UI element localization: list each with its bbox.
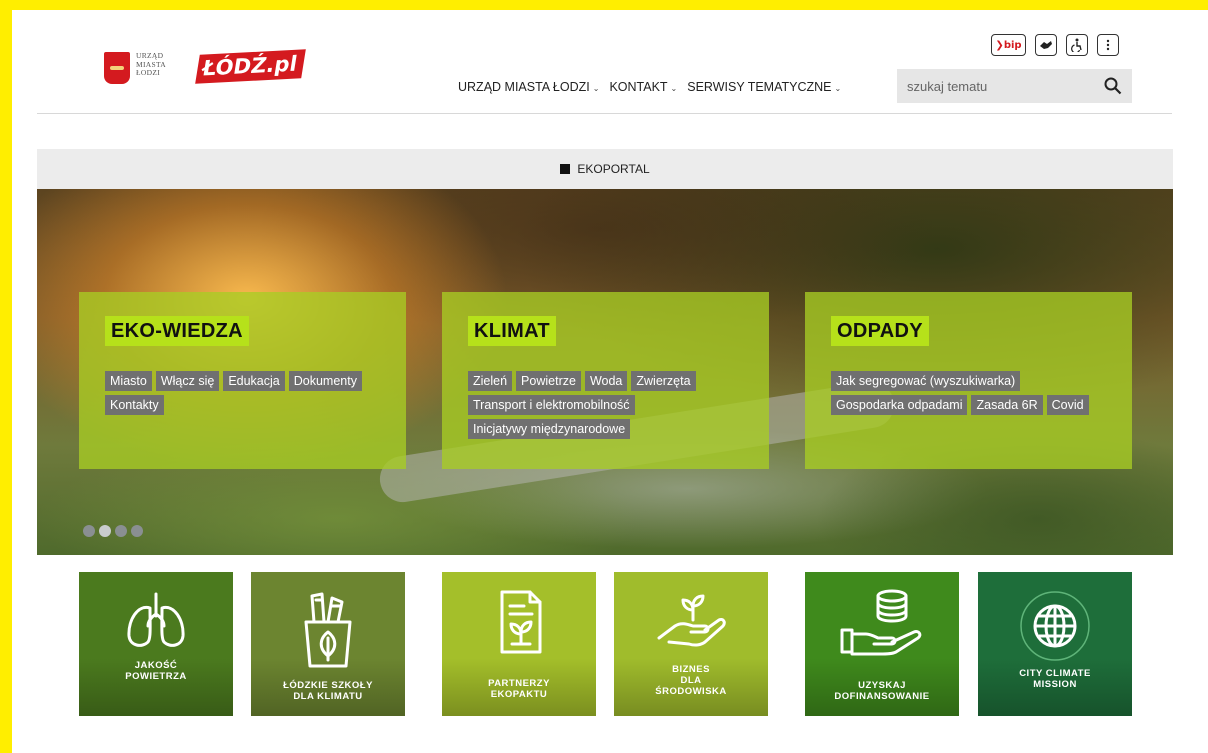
hand-plant-icon	[657, 594, 726, 647]
slider-dots	[83, 525, 143, 537]
tag-link[interactable]: Jak segregować (wyszukiwarka)	[831, 371, 1021, 391]
document-plant-icon	[500, 590, 542, 654]
logo-line: ŁODZI	[136, 68, 160, 77]
tile-label: POWIETRZA	[125, 671, 187, 682]
card-title[interactable]: EKO-WIEDZA	[105, 316, 249, 346]
tag-list: Miasto Włącz się Edukacja Dokumenty Kontakty	[105, 371, 380, 415]
tile-lodzkie-szkoly[interactable]: ŁÓDZKIE SZKOŁY DLA KLIMATU	[251, 572, 405, 716]
tile-label: JAKOŚĆ	[134, 660, 178, 671]
search-box	[897, 69, 1132, 103]
tile-label: DLA KLIMATU	[293, 691, 363, 702]
tile-partnerzy-ekopaktu[interactable]: PARTNERZY EKOPAKTU	[442, 572, 596, 716]
sign-language-icon	[1040, 41, 1052, 49]
square-bullet-icon	[560, 164, 571, 174]
yellow-frame-left	[0, 0, 12, 753]
tag-link[interactable]: Gospodarka odpadami	[831, 395, 968, 415]
nav-item-serwisy-tematyczne[interactable]: SERWISY TEMATYCZNE ⌄	[687, 80, 841, 94]
tile-jakosc-powietrza[interactable]: JAKOŚĆ POWIETRZA	[79, 572, 233, 716]
slider-dot[interactable]	[115, 525, 127, 537]
tag-link[interactable]: Kontakty	[105, 395, 164, 415]
hand-coins-icon	[840, 589, 922, 656]
search-icon[interactable]	[1104, 77, 1122, 95]
tile-label: EKOPAKTU	[490, 689, 548, 700]
nav-item-kontakt[interactable]: KONTAKT ⌄	[609, 80, 677, 94]
main-nav: URZĄD MIASTA ŁODZI ⌄ KONTAKT ⌄ SERWISY TEM…	[458, 80, 841, 94]
tile-label: ŁÓDZKIE SZKOŁY	[283, 680, 373, 691]
card-title[interactable]: ODPADY	[831, 316, 929, 346]
more-vertical-icon	[1106, 39, 1110, 51]
card-title[interactable]: KLIMAT	[468, 316, 556, 346]
tag-link[interactable]: Edukacja	[223, 371, 285, 391]
tag-link[interactable]: Dokumenty	[288, 371, 362, 391]
tile-city-climate-mission[interactable]: CITY CLIMATE MISSION	[978, 572, 1132, 716]
tag-link[interactable]: Transport i elektromobilność	[468, 395, 635, 415]
tile-uzyskaj-dofinansowanie[interactable]: UZYSKAJ DOFINANSOWANIE	[805, 572, 959, 716]
tag-link[interactable]: Zwierzęta	[631, 371, 696, 391]
tile-biznes-dla-srodowiska[interactable]: BIZNES DLA ŚRODOWISKA	[614, 572, 768, 716]
lodz-crest-icon	[104, 52, 130, 84]
slider-dot[interactable]	[99, 525, 111, 537]
bip-button[interactable]: ❯bip	[991, 34, 1026, 56]
yellow-frame-top	[0, 0, 1208, 10]
school-supplies-icon	[304, 592, 352, 668]
tag-link[interactable]: Zasada 6R	[971, 395, 1043, 415]
tag-list: Zieleń Powietrze Woda Zwierzęta Transport i …	[468, 371, 743, 439]
hero-card-eko-wiedza: EKO-WIEDZA Miasto Włącz się Edukacja Dokume…	[79, 292, 406, 469]
utility-toolbar: ❯bip	[991, 34, 1119, 56]
more-options-button[interactable]	[1097, 34, 1119, 56]
hero-card-odpady: ODPADY Jak segregować (wyszukiwarka) Gosp…	[805, 292, 1132, 469]
hero-card-klimat: KLIMAT Zieleń Powietrze Woda Zwierzęta Trans…	[442, 292, 769, 469]
chevron-down-icon: ⌄	[670, 84, 678, 93]
tile-label: PARTNERZY	[488, 678, 550, 689]
nav-item-urzad-miasta[interactable]: URZĄD MIASTA ŁODZI ⌄	[458, 80, 599, 94]
tag-link[interactable]: Inicjatywy międzynarodowe	[468, 419, 631, 439]
lodz-pl-logo[interactable]: ŁÓDŹ.pl	[195, 49, 307, 84]
slider-dot[interactable]	[83, 525, 95, 537]
bip-icon: ❯bip	[995, 39, 1022, 51]
chevron-down-icon: ⌄	[834, 84, 842, 93]
tile-label: BIZNES	[672, 664, 710, 675]
slider-dot[interactable]	[131, 525, 143, 537]
accessibility-button[interactable]	[1066, 34, 1088, 56]
tag-link[interactable]: Miasto	[105, 371, 152, 391]
tag-link[interactable]: Covid	[1046, 395, 1089, 415]
tag-link[interactable]: Włącz się	[155, 371, 220, 391]
tag-link[interactable]: Woda	[584, 371, 628, 391]
accessibility-icon	[1071, 38, 1082, 52]
tag-link[interactable]: Powietrze	[516, 371, 581, 391]
globe-icon	[1020, 591, 1090, 661]
breadcrumb-label[interactable]: EKOPORTAL	[577, 162, 649, 176]
search-input[interactable]	[907, 78, 1097, 94]
sign-language-button[interactable]	[1035, 34, 1057, 56]
chevron-down-icon: ⌄	[592, 84, 600, 93]
urzad-miasta-logo[interactable]: URZĄD MIASTA ŁODZI	[104, 51, 166, 84]
tag-list: Jak segregować (wyszukiwarka) Gospodarka …	[831, 371, 1106, 415]
lungs-icon	[127, 592, 185, 647]
hero-banner: EKO-WIEDZA Miasto Włącz się Edukacja Dokume…	[37, 189, 1173, 555]
header-divider	[37, 113, 1172, 114]
tile-label: DOFINANSOWANIE	[834, 691, 930, 702]
tile-label: ŚRODOWISKA	[655, 686, 727, 697]
tile-label: MISSION	[1033, 679, 1077, 690]
tile-label: UZYSKAJ	[858, 680, 906, 691]
breadcrumb: EKOPORTAL	[37, 149, 1173, 189]
tag-link[interactable]: Zieleń	[468, 371, 513, 391]
tile-label: CITY CLIMATE	[1019, 668, 1091, 679]
tile-label: DLA	[680, 675, 702, 686]
